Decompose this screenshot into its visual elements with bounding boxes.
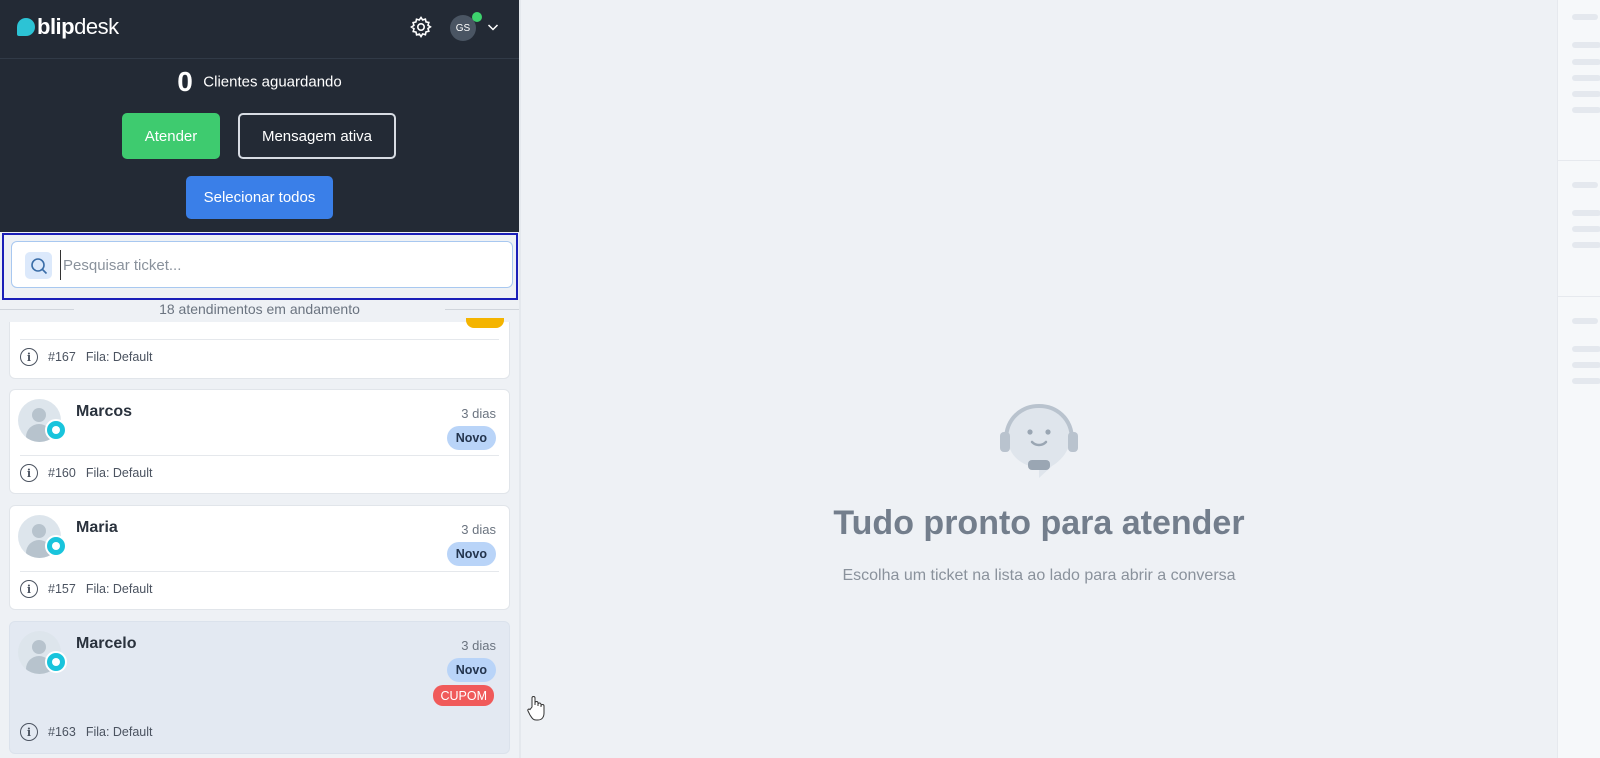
ticket-queue: Fila: Default [85,350,153,364]
skeleton-line [1572,242,1600,248]
card-divider [20,455,499,456]
logo-text-bold: blip [37,14,75,39]
tag-novo: Novo [446,426,496,450]
empty-state-title: Tudo pronto para atender [833,504,1245,542]
contact-name: Maria [76,519,118,536]
skeleton-line [1572,75,1600,81]
sidebar-header: blipdesk GS 0 Clientes aguardando Atende… [0,0,519,232]
ticket-time: 3 dias [461,638,496,653]
info-icon[interactable]: i [20,723,38,741]
ticket-card-selected[interactable]: Marcelo 3 dias Novo CUPOM i #163 Fila: D… [9,621,510,754]
waiting-count: 0 [177,66,193,97]
search-highlight-frame [2,233,518,300]
logo-text-light: desk [74,14,119,39]
info-icon[interactable]: i [20,348,38,366]
tag-novo: Novo [446,542,496,566]
ticket-info: i #163 Fila: Default [20,723,153,741]
skeleton-line [1572,14,1598,20]
card-divider [20,339,499,340]
search-box[interactable] [11,241,513,288]
ticket-queue: Fila: Default [85,466,153,480]
logo-bubble-icon [17,18,35,36]
contact-name: Marcos [76,403,133,420]
tickets-in-progress-label: 18 atendimentos em andamento [0,301,519,321]
active-message-button[interactable]: Mensagem ativa [238,113,396,159]
skeleton-line [1572,346,1600,352]
online-status-dot [472,12,482,22]
chevron-down-icon[interactable] [487,21,499,33]
skeleton-line [1572,210,1600,216]
search-input[interactable] [60,250,500,280]
pointer-hand-icon [527,696,545,721]
skeleton-line [1572,318,1598,324]
info-icon[interactable]: i [20,580,38,598]
skeleton-line [1572,42,1600,48]
ticket-card[interactable]: Maria 3 dias Novo i #157 Fila: Default [9,505,510,610]
ticket-time: 3 dias [461,406,496,421]
panel-separator [1558,296,1600,297]
ticket-number: #160 [48,466,76,480]
ticket-card[interactable]: Marcos 3 dias Novo i #160 Fila: Default [9,389,510,494]
ticket-time: 3 dias [461,522,496,537]
channel-badge-icon [45,419,67,441]
select-all-button[interactable]: Selecionar todos [186,176,333,219]
channel-badge-icon [45,535,67,557]
skeleton-line [1572,362,1600,368]
conversation-panel: Tudo pronto para atender Escolha um tick… [521,0,1557,758]
skeleton-line [1572,59,1600,65]
ticket-info: i #157 Fila: Default [20,580,153,598]
ticket-info: i #167 Fila: Default [20,348,153,366]
attend-button[interactable]: Atender [122,113,220,159]
tag-novo: Novo [446,658,496,682]
right-details-panel [1557,0,1600,758]
skeleton-line [1572,107,1600,113]
ticket-number: #157 [48,582,76,596]
ticket-card[interactable]: i #167 Fila: Default [9,318,510,379]
ticket-info: i #160 Fila: Default [20,464,153,482]
contact-name: Marcelo [76,635,137,652]
ticket-queue: Fila: Default [85,582,153,596]
ticket-number: #163 [48,725,76,739]
ticket-number: #167 [48,350,76,364]
panel-separator [1558,160,1600,161]
waiting-clients: 0 Clientes aguardando [0,66,519,98]
waiting-label: Clientes aguardando [203,73,342,91]
channel-badge-icon [45,651,67,673]
card-divider [20,571,499,572]
info-icon[interactable]: i [20,464,38,482]
settings-gear-icon[interactable] [409,15,433,39]
skeleton-line [1572,378,1600,384]
empty-state-subtitle: Escolha um ticket na lista ao lado para … [842,567,1236,584]
tag-partial [466,318,504,328]
search-icon[interactable] [25,252,52,279]
skeleton-line [1572,91,1600,97]
blipdesk-logo[interactable]: blipdesk [17,13,119,41]
skeleton-line [1572,182,1598,188]
ticket-queue: Fila: Default [85,725,153,739]
agent-headset-icon [1000,403,1078,478]
top-navigation: blipdesk GS [0,0,519,59]
skeleton-line [1572,226,1600,232]
tag-cupom: CUPOM [433,685,494,706]
ticket-sidebar: blipdesk GS 0 Clientes aguardando Atende… [0,0,519,758]
